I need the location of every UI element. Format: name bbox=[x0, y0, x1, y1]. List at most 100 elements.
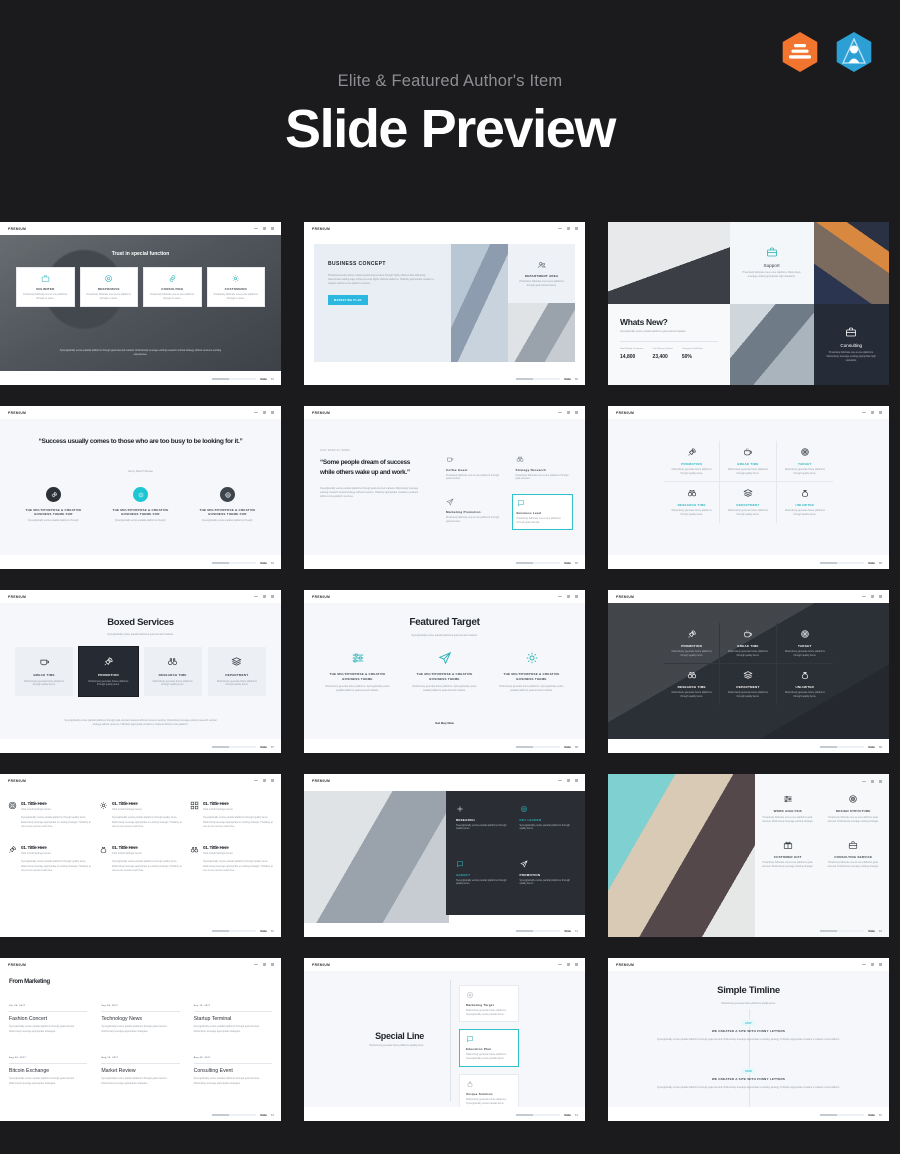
feature-cell[interactable]: UNLIMITED Distinctively generate future … bbox=[777, 664, 833, 704]
feature-item-active[interactable]: Business Lead Proactively fabricate one-… bbox=[511, 493, 573, 530]
window-controls[interactable] bbox=[557, 779, 578, 782]
slide-thumbnail-2[interactable]: PREMIUM BUSINESS CONCEPT Phosfluorescent… bbox=[304, 222, 585, 385]
feature-card[interactable]: CONSULTING Proactively fabricate one-to-… bbox=[143, 267, 202, 308]
progress-bar[interactable] bbox=[516, 745, 561, 749]
window-controls[interactable] bbox=[861, 595, 882, 598]
target-item[interactable]: THE MULTIPURPOSE & CREATIVE BUSINESS THE… bbox=[488, 651, 575, 693]
dark-item[interactable]: KEY LEADER Synergistically evolve parall… bbox=[520, 805, 576, 846]
post-item[interactable]: Aug 10, 2017 Market Review Synergistical… bbox=[101, 1057, 180, 1086]
get-buy-now-link[interactable]: Get Buy Now bbox=[304, 721, 585, 725]
line-card[interactable]: Marketing Target Distinctively generate … bbox=[459, 985, 519, 1023]
progress-bar[interactable] bbox=[212, 745, 257, 749]
target-item[interactable]: THE MULTIPURPOSE & CREATIVE BUSINESS THE… bbox=[401, 651, 488, 693]
progress-bar[interactable] bbox=[820, 745, 865, 749]
feature-cell[interactable]: PROMOTION Distinctively generate future … bbox=[664, 623, 721, 665]
service-box-active[interactable]: PROMOTION Distinctively generate future … bbox=[78, 646, 139, 697]
feature-cell[interactable]: DEPARTMENT Distinctively generate future… bbox=[720, 664, 777, 705]
slide-thumbnail-4[interactable]: PREMIUM “Success usually comes to those … bbox=[0, 406, 281, 569]
feature-cell[interactable]: RESEARCH TIME Distinctively generate fut… bbox=[664, 482, 721, 523]
slide-thumbnail-6[interactable]: PREMIUM PROMOTION Distinctively generate… bbox=[608, 406, 889, 569]
service-box[interactable]: RESEARCH TIME Distinctively generate fut… bbox=[143, 647, 202, 696]
feature-cell[interactable]: BREAK TIME Distinctively generate future… bbox=[720, 441, 777, 483]
feature-cell[interactable]: DEPARTMENT Distinctively generate future… bbox=[720, 482, 777, 523]
feature-cell[interactable]: BREAK TIME Distinctively generate future… bbox=[720, 623, 777, 665]
window-controls[interactable] bbox=[861, 963, 882, 966]
progress-bar[interactable] bbox=[212, 1113, 257, 1117]
feature-item[interactable]: Coffee Guest Proactively fabricate one-t… bbox=[442, 451, 504, 485]
target-item[interactable]: THE MULTIPURPOSE & CREATIVE BUSINESS THE… bbox=[314, 651, 401, 693]
window-controls[interactable] bbox=[557, 595, 578, 598]
feature-card[interactable]: UNLIMITED Proactively fabricate one-to-o… bbox=[16, 267, 75, 308]
feature-item[interactable]: Marketing Promotion Proactively fabricat… bbox=[442, 494, 504, 530]
post-item[interactable]: Oct 04, 2017 Fashion Concert Synergistic… bbox=[9, 1005, 88, 1034]
numbered-item[interactable]: 01. Tittle Here Click to Edit Settings C… bbox=[99, 801, 182, 829]
progress-bar[interactable] bbox=[212, 377, 257, 381]
consulting-panel[interactable]: Consulting Proactively fabricate one-to-… bbox=[813, 303, 889, 385]
progress-bar[interactable] bbox=[516, 929, 561, 933]
progress-bar[interactable] bbox=[212, 929, 257, 933]
slide-thumbnail-3[interactable]: Support Proactively fabricate one-to-one… bbox=[608, 222, 889, 385]
numbered-item[interactable]: 01. Tittle Here Click to Edit Settings C… bbox=[190, 801, 273, 829]
feature-cell[interactable]: UNLIMITED Distinctively generate future … bbox=[777, 482, 833, 522]
marketing-plan-button[interactable]: MARKETING PLAN bbox=[328, 295, 368, 306]
slide-thumbnail-11[interactable]: PREMIUM RESEARCH Synergistically evolve … bbox=[304, 774, 585, 937]
dark-item[interactable]: PROMOTION Synergistically evolve paralle… bbox=[520, 860, 576, 901]
feature-cell[interactable]: PROMOTION Distinctively generate future … bbox=[664, 441, 721, 483]
service-box[interactable]: BREAK TIME Distinctively generate future… bbox=[15, 647, 74, 696]
quote-item[interactable]: THE MULTIPURPOSE & CREATIVE BUSINESS THE… bbox=[10, 487, 97, 522]
feature-cell[interactable]: RESEARCH TIME Distinctively generate fut… bbox=[664, 664, 721, 705]
feature-card[interactable]: CUSTOMIZED Proactively fabricate one-to-… bbox=[206, 267, 265, 308]
quote-item[interactable]: THE MULTIPURPOSE & CREATIVE BUSINESS THE… bbox=[97, 487, 184, 522]
window-controls[interactable] bbox=[557, 963, 578, 966]
slide-thumbnail-12[interactable]: WORK ANALYSIS Proactively fabricate one-… bbox=[608, 774, 889, 937]
post-item[interactable]: Sep 12, 2017 Startup Terminal Synergisti… bbox=[193, 1005, 272, 1034]
slide-thumbnail-14[interactable]: PREMIUM Special Line Distinctively gener… bbox=[304, 958, 585, 1121]
feature-cell[interactable]: TARGET Distinctively generate future pla… bbox=[776, 441, 833, 483]
feature-card[interactable]: RESPONSIVE Proactively fabricate one-to-… bbox=[79, 267, 138, 308]
numbered-item[interactable]: 01. Tittle Here Click to Edit Settings C… bbox=[190, 845, 273, 873]
post-item[interactable]: Aug 26, 2017 Bitcoin Exchange Synergisti… bbox=[9, 1057, 88, 1086]
slide-thumbnail-13[interactable]: PREMIUM From Marketing Oct 04, 2017 Fash… bbox=[0, 958, 281, 1121]
feature-cell[interactable]: TARGET Distinctively generate future pla… bbox=[776, 623, 833, 665]
numbered-item[interactable]: 01. Tittle Here Click to Edit Settings C… bbox=[8, 845, 91, 873]
support-panel[interactable]: Support Proactively fabricate one-to-one… bbox=[729, 222, 814, 304]
slide-thumbnail-5[interactable]: PREMIUM OUR SPECIAL WORK “Some people dr… bbox=[304, 406, 585, 569]
numbered-item[interactable]: 01. Tittle Here Click to Edit Settings C… bbox=[8, 801, 91, 829]
post-item[interactable]: Aug 02, 2017 Consulting Event Synergisti… bbox=[193, 1057, 272, 1086]
service-box[interactable]: DEPARTMENT Distinctively generate future… bbox=[207, 647, 266, 696]
progress-bar[interactable] bbox=[212, 561, 257, 565]
window-controls[interactable] bbox=[253, 227, 274, 230]
window-controls[interactable] bbox=[861, 411, 882, 414]
progress-bar[interactable] bbox=[820, 929, 865, 933]
window-controls[interactable] bbox=[253, 779, 274, 782]
slide-thumbnail-9[interactable]: PREMIUM PROMOTION Distinctively generate… bbox=[608, 590, 889, 753]
dark-item[interactable]: RESEARCH Synergistically evolve parallel… bbox=[456, 805, 512, 846]
panel-item[interactable]: WORK ANALYSIS Proactively fabricate one-… bbox=[758, 794, 818, 824]
window-controls[interactable] bbox=[253, 963, 274, 966]
panel-item[interactable]: CONSULTING SERVICE Proactively fabricate… bbox=[824, 840, 884, 870]
slide-thumbnail-7[interactable]: PREMIUM Boxed Services Synergistically e… bbox=[0, 590, 281, 753]
timeline-entry[interactable]: 2017 WE CREATED A SITE WITH FUNNY LETTER… bbox=[636, 1020, 861, 1042]
window-controls[interactable] bbox=[861, 780, 882, 783]
window-controls[interactable] bbox=[253, 411, 274, 414]
slide-thumbnail-1[interactable]: PREMIUM Trust in special function UNLIMI… bbox=[0, 222, 281, 385]
post-item[interactable]: Sep 28, 2017 Technology News Synergistic… bbox=[101, 1005, 180, 1034]
dark-item[interactable]: AGENCY Synergistically evolve parallel p… bbox=[456, 860, 512, 901]
progress-bar[interactable] bbox=[516, 1113, 561, 1117]
window-controls[interactable] bbox=[557, 411, 578, 414]
slide-thumbnail-10[interactable]: PREMIUM 01. Tittle Here Click to Edit Se… bbox=[0, 774, 281, 937]
window-controls[interactable] bbox=[557, 227, 578, 230]
featured-author-badge[interactable] bbox=[832, 30, 876, 74]
progress-bar[interactable] bbox=[516, 377, 561, 381]
slide-thumbnail-8[interactable]: PREMIUM Featured Target Synergistically … bbox=[304, 590, 585, 753]
timeline-entry[interactable]: 2016 WE CREATED A SITE WITH FUNNY LETTER… bbox=[636, 1068, 861, 1090]
elite-author-badge[interactable] bbox=[778, 30, 822, 74]
panel-item[interactable]: DESIGN STRUCTURE Proactively fabricate o… bbox=[824, 794, 884, 824]
feature-item[interactable]: Strategy Research Proactively fabricate … bbox=[512, 451, 574, 485]
numbered-item[interactable]: 01. Tittle Here Click to Edit Settings C… bbox=[99, 845, 182, 873]
quote-item[interactable]: THE MULTIPURPOSE & CREATIVE BUSINESS THE… bbox=[184, 487, 271, 522]
progress-bar[interactable] bbox=[820, 561, 865, 565]
panel-item[interactable]: CUSTOMER GIFT Proactively fabricate one-… bbox=[758, 840, 818, 870]
line-card[interactable]: Unique Solution Distinctively generate f… bbox=[459, 1073, 519, 1112]
slide-thumbnail-15[interactable]: PREMIUM Simple Timline Distinctively gen… bbox=[608, 958, 889, 1121]
